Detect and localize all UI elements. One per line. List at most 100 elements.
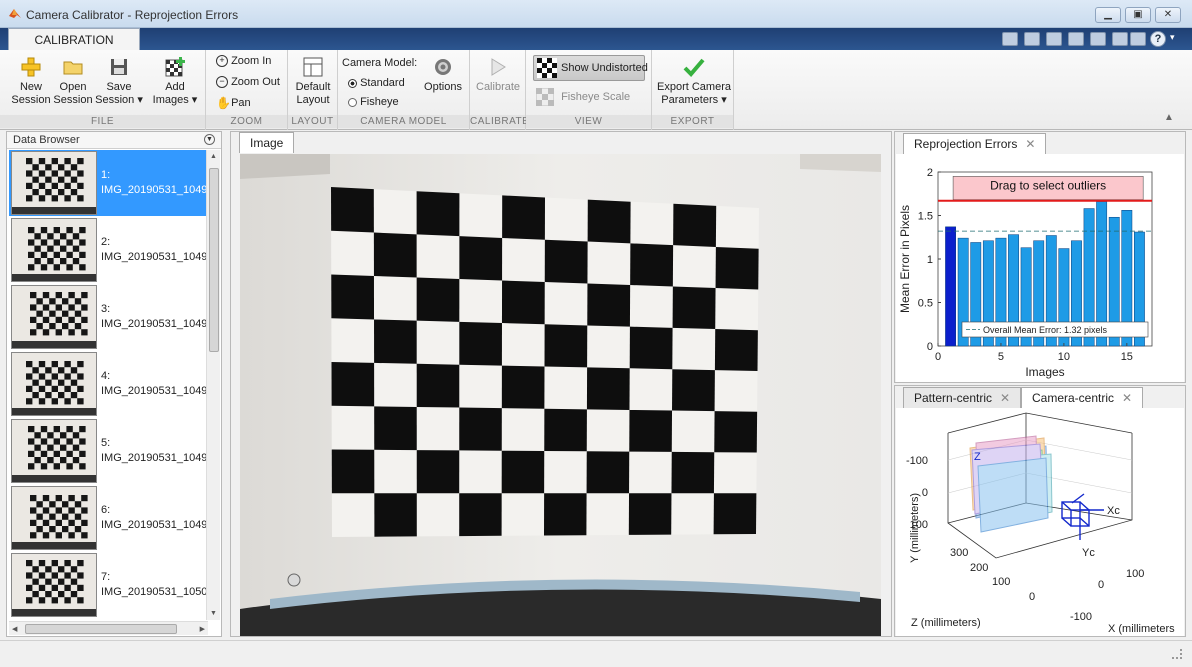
ribbon-tab-strip: CALIBRATION ? ▾ bbox=[0, 28, 1192, 50]
view-section-label: VIEW bbox=[526, 115, 651, 128]
list-item[interactable]: 5: IMG_20190531_1049 bbox=[9, 418, 208, 484]
play-icon bbox=[491, 58, 506, 76]
pan-button[interactable]: ✋ Pan bbox=[216, 94, 251, 112]
image-list-label: 4: IMG_20190531_1049 bbox=[101, 369, 207, 399]
help-icon[interactable]: ? bbox=[1150, 31, 1166, 47]
new-session-button[interactable]: New Session bbox=[10, 56, 52, 107]
zoom-in-icon: + bbox=[216, 55, 228, 68]
minimize-button[interactable]: ▁ bbox=[1095, 7, 1121, 23]
restore-button[interactable]: ▣ bbox=[1125, 7, 1151, 23]
checker-square bbox=[374, 406, 417, 451]
z-tick-label: 0 bbox=[1029, 591, 1035, 603]
legend-label: Overall Mean Error: 1.32 pixels bbox=[983, 325, 1108, 335]
zoom-out-button[interactable]: − Zoom Out bbox=[216, 73, 280, 91]
checker-square bbox=[331, 274, 375, 320]
thumbnail-checkerboard bbox=[12, 353, 96, 415]
list-item[interactable]: 2: IMG_20190531_1049 bbox=[9, 217, 208, 283]
export-section: Export Camera Parameters ▾ EXPORT bbox=[652, 50, 734, 130]
zoom-in-button[interactable]: + Zoom In bbox=[216, 52, 271, 70]
redo-quick-icon[interactable] bbox=[1112, 32, 1128, 46]
calibrate-section-label: CALIBRATE bbox=[470, 115, 530, 128]
data-browser-header: Data Browser ▼ bbox=[7, 132, 221, 149]
resize-grip-icon[interactable] bbox=[1172, 649, 1182, 659]
calibrate-button[interactable]: Calibrate bbox=[476, 56, 520, 94]
collapse-ribbon-icon[interactable]: ▲ bbox=[1164, 112, 1174, 123]
open-session-label: Open Session bbox=[53, 81, 93, 106]
scroll-down-arrow-icon[interactable]: ▼ bbox=[210, 610, 217, 617]
calibration-image[interactable] bbox=[240, 154, 881, 636]
camera-x-label: Xc bbox=[1107, 505, 1120, 517]
list-item[interactable]: 7: IMG_20190531_1050 bbox=[9, 552, 208, 618]
scroll-left-arrow-icon[interactable]: ◀ bbox=[12, 625, 17, 633]
save-quick-icon[interactable] bbox=[1002, 32, 1018, 46]
scroll-up-arrow-icon[interactable]: ▲ bbox=[210, 153, 217, 160]
default-layout-button[interactable]: Default Layout bbox=[292, 56, 334, 107]
thumbnail-checkerboard bbox=[12, 554, 96, 616]
minimize-icon: ▁ bbox=[1104, 9, 1112, 20]
list-item[interactable]: 4: IMG_20190531_1049 bbox=[9, 351, 208, 417]
export-camera-parameters-button[interactable]: Export Camera Parameters ▾ bbox=[656, 56, 732, 107]
layout-quick-icon[interactable] bbox=[1130, 32, 1146, 46]
show-undistorted-button[interactable]: Show Undistorted bbox=[533, 55, 648, 81]
z-axis-label: Z (millimeters) bbox=[911, 617, 981, 629]
open-session-button[interactable]: Open Session bbox=[52, 56, 94, 107]
help-dropdown-icon[interactable]: ▾ bbox=[1170, 32, 1175, 43]
tab-pattern-centric[interactable]: Pattern-centric ✕ bbox=[903, 387, 1022, 408]
undo-quick-icon[interactable] bbox=[1090, 32, 1106, 46]
close-tab-icon[interactable]: ✕ bbox=[1025, 134, 1035, 154]
image-index: 3: bbox=[101, 303, 111, 315]
fisheye-radio[interactable]: Fisheye bbox=[348, 93, 399, 111]
checker-square bbox=[331, 187, 374, 233]
image-thumbnail bbox=[11, 486, 97, 550]
checkerboard-icon bbox=[537, 58, 557, 78]
list-item[interactable]: 3: IMG_20190531_1049 bbox=[9, 284, 208, 350]
y-tick-label: 1.5 bbox=[918, 211, 933, 223]
tab-camera-centric[interactable]: Camera-centric ✕ bbox=[1021, 387, 1144, 408]
image-filename: IMG_20190531_1049 bbox=[101, 385, 208, 397]
horizontal-scroll-thumb[interactable] bbox=[25, 624, 177, 634]
tab-image[interactable]: Image bbox=[239, 132, 295, 153]
options-button[interactable]: Options bbox=[422, 56, 464, 94]
y-tick-label: 1 bbox=[927, 254, 933, 266]
ribbon: New Session Open Session Save Session ▾ … bbox=[0, 50, 1192, 130]
image-thumbnail bbox=[11, 285, 97, 349]
list-item[interactable]: 6: IMG_20190531_1049 bbox=[9, 485, 208, 551]
thumbnail-checkerboard bbox=[12, 420, 96, 482]
list-item[interactable]: 1: IMG_20190531_1049 bbox=[9, 150, 208, 216]
image-panel: Image bbox=[230, 131, 892, 637]
camera-model-heading: Camera Model: bbox=[342, 57, 418, 69]
standard-radio[interactable]: Standard bbox=[348, 74, 405, 92]
close-button[interactable]: ✕ bbox=[1155, 7, 1181, 23]
data-browser-panel: Data Browser ▼ 1: IMG_20190531_1049 2: IMG_… bbox=[6, 131, 222, 637]
cut-quick-icon[interactable] bbox=[1024, 32, 1040, 46]
tab-reprojection-errors[interactable]: Reprojection Errors ✕ bbox=[903, 133, 1047, 154]
checker-square bbox=[586, 367, 630, 410]
horizontal-scrollbar[interactable]: ◀ ▶ bbox=[9, 621, 208, 635]
checker-square bbox=[629, 326, 673, 370]
thumbnail-checkerboard bbox=[12, 219, 96, 281]
close-tab-icon[interactable]: ✕ bbox=[1122, 388, 1132, 408]
image-index: 2: bbox=[101, 236, 111, 248]
image-list-label: 2: IMG_20190531_1049 bbox=[101, 235, 207, 265]
checker-square bbox=[501, 280, 545, 325]
add-images-button[interactable]: Add Images ▾ bbox=[150, 56, 200, 107]
data-browser-menu-icon[interactable]: ▼ bbox=[204, 134, 215, 145]
tab-calibration[interactable]: CALIBRATION bbox=[8, 28, 140, 50]
camera-model-section-label: CAMERA MODEL bbox=[338, 115, 469, 128]
fisheye-scale-button[interactable]: Fisheye Scale bbox=[535, 87, 630, 107]
thumbnail-checkerboard bbox=[12, 487, 96, 549]
checker-square bbox=[672, 286, 716, 330]
z-tick-label: 200 bbox=[970, 562, 988, 574]
extrinsics-3d-plot[interactable]: -100 0 100 300 200 100 0 -100 0 100 Y (m… bbox=[896, 408, 1184, 636]
vertical-scroll-thumb[interactable] bbox=[209, 168, 219, 352]
zoom-in-label: Zoom In bbox=[231, 55, 272, 67]
copy-quick-icon[interactable] bbox=[1046, 32, 1062, 46]
save-session-button[interactable]: Save Session ▾ bbox=[94, 56, 144, 107]
paste-quick-icon[interactable] bbox=[1068, 32, 1084, 46]
checker-square bbox=[544, 408, 587, 452]
vertical-scrollbar[interactable]: ▲ ▼ bbox=[206, 150, 220, 620]
z-tick-label: 300 bbox=[950, 547, 968, 559]
reprojection-bar-chart[interactable]: Drag to select outliers Overall Mean Erro… bbox=[896, 154, 1184, 382]
close-tab-icon[interactable]: ✕ bbox=[1000, 388, 1010, 408]
scroll-right-arrow-icon[interactable]: ▶ bbox=[200, 625, 205, 633]
